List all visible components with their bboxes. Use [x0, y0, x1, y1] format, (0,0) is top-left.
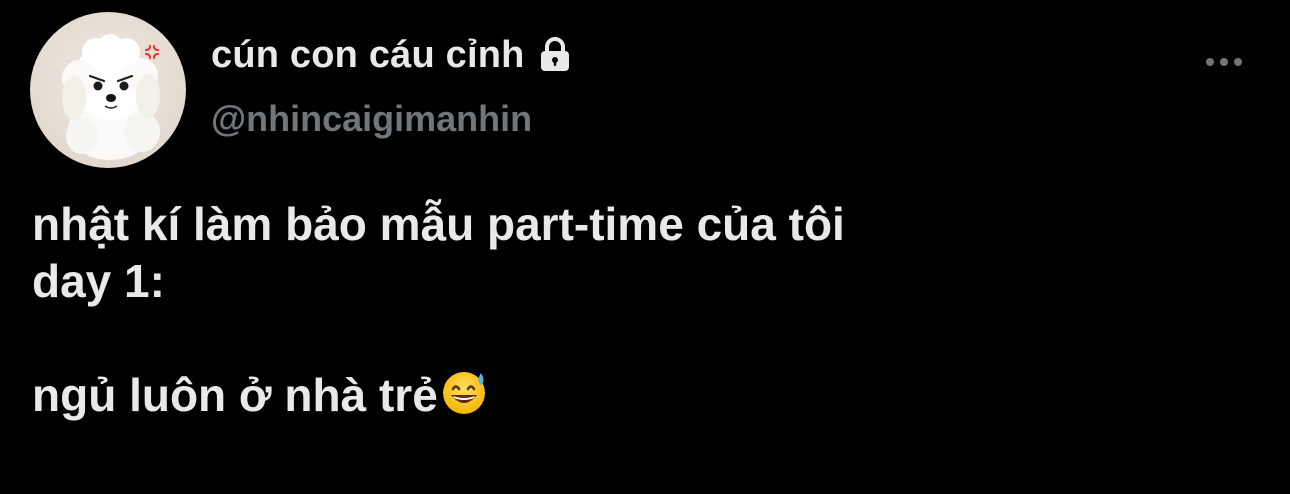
tweet-header: cún con cáu cỉnh @nhincaigimanhin	[211, 26, 575, 140]
user-handle[interactable]: @nhincaigimanhin	[211, 98, 575, 140]
display-name[interactable]: cún con cáu cỉnh	[211, 34, 525, 77]
avatar[interactable]	[30, 12, 186, 168]
display-name-row: cún con cáu cỉnh	[211, 26, 575, 84]
tweet-line: ngủ luôn ở nhà trẻ	[32, 369, 438, 421]
tweet-blank-line	[32, 310, 1232, 367]
tweet-line: day 1:	[32, 255, 165, 307]
tweet-text: nhật kí làm bảo mẫu part-time của tôi da…	[32, 196, 1232, 424]
tweet-line: nhật kí làm bảo mẫu part-time của tôi	[32, 198, 845, 250]
more-options-button[interactable]	[1202, 44, 1246, 80]
tweet-line-last: ngủ luôn ở nhà trẻ	[32, 367, 1232, 424]
more-dots-icon	[1206, 58, 1242, 66]
tweet-card: cún con cáu cỉnh @nhincaigimanhin nhật k…	[0, 0, 1290, 494]
grinning-face-with-sweat-icon	[440, 367, 490, 417]
lock-icon	[535, 35, 575, 75]
puppy-avatar-icon	[62, 34, 160, 160]
